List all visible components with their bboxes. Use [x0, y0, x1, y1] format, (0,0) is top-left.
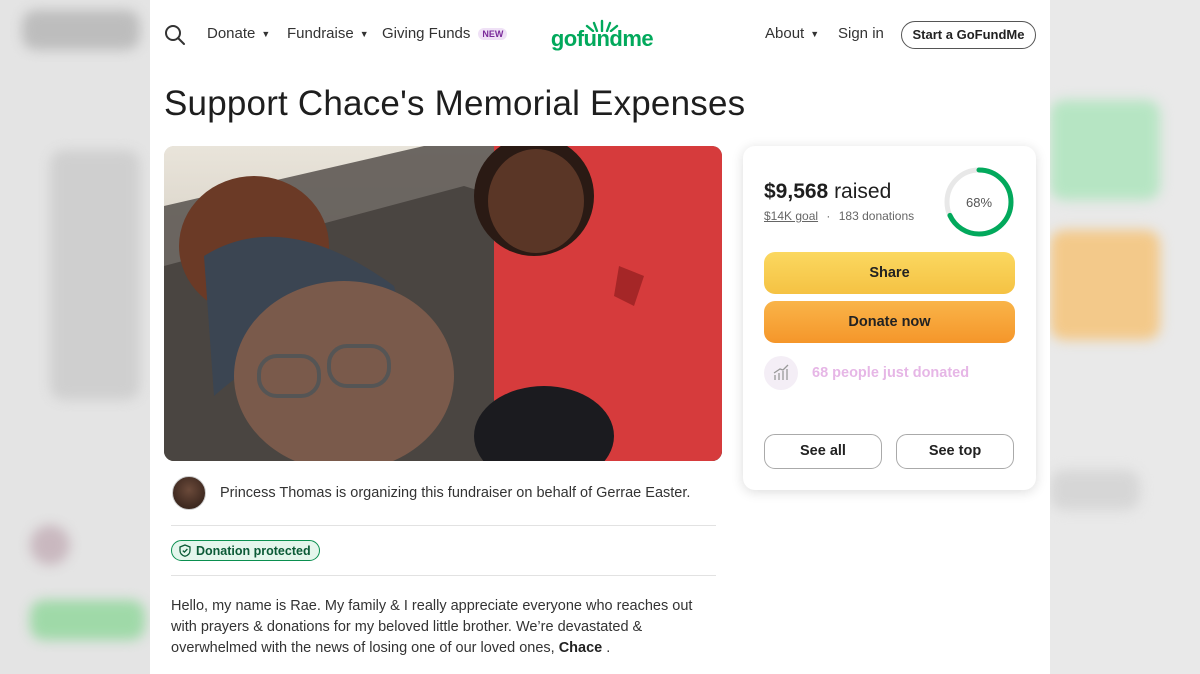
campaign-photo[interactable] [164, 146, 722, 461]
divider [171, 575, 716, 576]
divider [171, 525, 716, 526]
logo-sprout-icon [585, 19, 619, 32]
chevron-down-icon: ▼ [359, 28, 369, 39]
search-icon[interactable] [164, 24, 186, 51]
nav-about-label: About [765, 25, 805, 42]
nav-donate-label: Donate [207, 25, 256, 42]
nav-giving-funds-label: Giving Funds [382, 25, 471, 42]
story-body: Hello, my name is Rae. My family & I rea… [171, 598, 693, 656]
organizer-row: Princess Thomas is organizing this fundr… [172, 476, 690, 510]
goal-link[interactable]: $14K goal [764, 209, 818, 223]
progress-percent: 68% [965, 194, 993, 210]
donations-count: 183 donations [838, 209, 915, 223]
blurred-right-background [1050, 0, 1200, 674]
nav-about-menu[interactable]: About ▼ [765, 25, 819, 42]
meta-separator: · [826, 209, 831, 223]
sign-in-label: Sign in [838, 25, 884, 42]
nav-donate-menu[interactable]: Donate ▼ [207, 25, 270, 42]
chevron-down-icon: ▼ [810, 28, 820, 39]
nav-fundraise-menu[interactable]: Fundraise ▼ [287, 25, 369, 42]
blurred-left-background [0, 0, 150, 674]
donation-protected-badge[interactable]: Donation protected [171, 540, 320, 561]
story-end: . [602, 640, 611, 656]
gofundme-logo[interactable]: gofundme [551, 18, 654, 52]
story-text: Hello, my name is Rae. My family & I rea… [171, 596, 716, 659]
donation-card: $9,568 raised $14K goal · 183 donations … [743, 146, 1036, 490]
story-name: Chace [558, 640, 603, 656]
donation-protected-label: Donation protected [196, 543, 311, 558]
goal-meta: $14K goal · 183 donations [764, 209, 914, 223]
sign-in-link[interactable]: Sign in [838, 25, 884, 42]
organizer-avatar[interactable] [172, 476, 206, 510]
start-gofundme-button[interactable]: Start a GoFundMe [901, 21, 1036, 49]
raised-label: raised [828, 180, 892, 203]
nav-fundraise-label: Fundraise [287, 25, 354, 42]
organizer-text: Princess Thomas is organizing this fundr… [220, 485, 691, 501]
recent-donations-text: 68 people just donated [812, 365, 970, 381]
amount-raised: $9,568 raised [764, 180, 891, 204]
fundraiser-page: Donate ▼ Fundraise ▼ Giving Funds NEW go… [150, 0, 1050, 674]
chevron-down-icon: ▼ [261, 28, 271, 39]
see-all-button[interactable]: See all [764, 434, 882, 469]
raised-amount: $9,568 [764, 180, 829, 203]
nav-giving-funds-link[interactable]: Giving Funds NEW [382, 25, 508, 42]
see-top-button[interactable]: See top [896, 434, 1014, 469]
recent-donations-row: 68 people just donated [764, 356, 969, 390]
trending-up-icon [764, 356, 798, 390]
page-title: Support Chace's Memorial Expenses [164, 84, 746, 123]
new-badge: NEW [478, 27, 508, 40]
top-nav: Donate ▼ Fundraise ▼ Giving Funds NEW go… [150, 0, 1050, 70]
donate-now-button[interactable]: Donate now [764, 301, 1015, 343]
share-button[interactable]: Share [764, 252, 1015, 294]
shield-icon [179, 544, 191, 557]
